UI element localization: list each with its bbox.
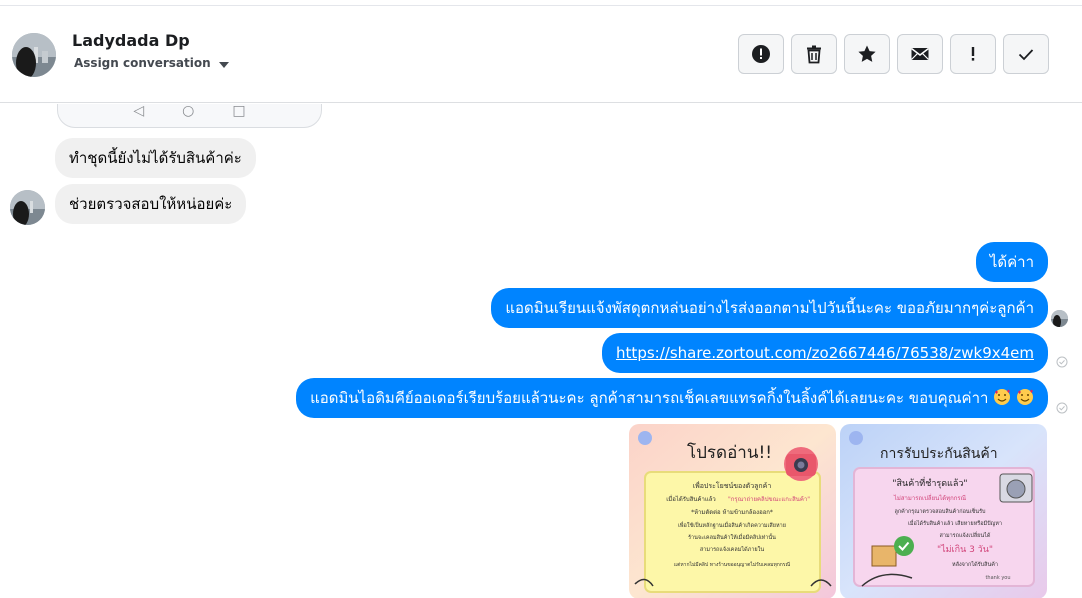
assign-label: Assign conversation (74, 56, 211, 70)
notice-line: "กรุณาถ่ายคลิปขณะแกะสินค้า" (728, 496, 810, 503)
message-thread[interactable]: ◁ ○ □ ทำชุดนี้ยังไม่ได้รับสินค้าค่ะ ช่วย… (0, 104, 1082, 598)
delete-button[interactable] (791, 34, 837, 74)
warranty-line: สามารถแจ้งเปลี่ยนได้ (940, 531, 991, 539)
warranty-line: เมื่อได้รับสินค้าแล้ว เสียหายหรือมีปัญหา (908, 519, 1002, 527)
notice-line: สามารถแจ้งเคลมได้ภายใน (700, 546, 764, 553)
recents-square-icon: □ (232, 104, 246, 119)
conversation-header: Ladydada Dp Assign conversation (0, 6, 1082, 103)
smiling-face-with-hearts-emoji-icon (994, 389, 1011, 405)
notice-line: แต่หากไม่มีคลิป ทางร้านขออนุญาตไม่รับเคล… (674, 561, 791, 568)
star-button[interactable] (844, 34, 890, 74)
spam-button[interactable] (738, 34, 784, 74)
outgoing-message[interactable]: แอดมินเรียนแจ้งพัสดุตกหล่นอย่างไรส่งออกต… (491, 288, 1048, 328)
notice-title: โปรดอ่าน!! (687, 442, 772, 463)
conversation-toolbar (738, 34, 1049, 74)
sent-check-icon (1056, 402, 1068, 414)
warranty-line: thank you (985, 575, 1010, 581)
envelope-icon (911, 47, 929, 60)
sent-check-icon (1056, 356, 1068, 368)
home-circle-icon: ○ (182, 104, 195, 119)
incoming-message[interactable]: ช่วยตรวจสอบให้หน่อยค่ะ (55, 184, 247, 224)
warranty-line: ลูกค้ากรุณาตรวจสอบสินค้าก่อนเซ็นรับ (894, 507, 986, 515)
warranty-image: การรับประกันสินค้า "สินค้าที่ชำรุดแล้ว" … (840, 424, 1047, 598)
notice-line: เพื่อประโยชน์ของตัวลูกค้า (693, 481, 772, 490)
contact-avatar[interactable] (12, 33, 56, 77)
notice-line: *ห้ามตัดต่อ ห้ามข้ามกล้องออก* (691, 509, 773, 516)
assign-conversation-dropdown[interactable]: Assign conversation (74, 56, 229, 70)
star-icon (858, 45, 876, 62)
smiling-face-with-hearts-emoji-icon (1017, 389, 1033, 405)
chevron-down-icon (218, 61, 229, 68)
check-icon (1018, 49, 1034, 61)
outgoing-message[interactable]: แอดมินไอดิมคีย์ออเดอร์เรียบร้อยแล้วนะคะ … (296, 378, 1048, 418)
tracking-link[interactable]: https://share.zortout.com/zo2667446/7653… (616, 344, 1034, 362)
incoming-message[interactable]: ทำชุดนี้ยังไม่ได้รับสินค้าค่ะ (55, 138, 256, 178)
warranty-title: การรับประกันสินค้า (880, 446, 998, 462)
notice-image: โปรดอ่าน!! เพื่อประโยชน์ของตัวลูกค้า เมื… (629, 424, 836, 598)
mark-unread-button[interactable] (897, 34, 943, 74)
mark-done-button[interactable] (1003, 34, 1049, 74)
seen-by-avatar (1051, 310, 1068, 327)
notice-line: เพื่อใช้เป็นหลักฐานเมื่อสินค้าเกิดความเส… (678, 521, 786, 529)
outgoing-message[interactable]: ได้ค่าา (975, 242, 1048, 282)
image-attachment-warranty[interactable]: การรับประกันสินค้า "สินค้าที่ชำรุดแล้ว" … (840, 424, 1047, 598)
message-text: แอดมินไอดิมคีย์ออเดอร์เรียบร้อยแล้วนะคะ … (310, 389, 989, 407)
back-triangle-icon: ◁ (133, 104, 145, 119)
notice-line: ร้านจะเคลมสินค้าให้เมื่อมีคลิปเท่านั้น (688, 533, 776, 541)
warranty-line: "ไม่เกิน 3 วัน" (937, 544, 993, 555)
attachment-preview[interactable]: ◁ ○ □ (57, 104, 322, 128)
outgoing-link-message[interactable]: https://share.zortout.com/zo2667446/7653… (602, 333, 1048, 373)
warranty-line: ไม่สามารถเปลี่ยนได้ทุกกรณี (893, 494, 967, 502)
alert-circle-icon (752, 45, 770, 63)
image-attachment-please-read[interactable]: โปรดอ่าน!! เพื่อประโยชน์ของตัวลูกค้า เมื… (629, 424, 836, 598)
notice-line: เมื่อได้รับสินค้าแล้ว (666, 495, 716, 503)
contact-avatar-small (10, 190, 45, 225)
follow-up-button[interactable] (950, 34, 996, 74)
contact-name: Ladydada Dp (72, 31, 190, 50)
exclamation-icon (971, 47, 975, 61)
warranty-line: หลังจากได้รับสินค้า (952, 561, 998, 568)
trash-icon (807, 45, 821, 64)
